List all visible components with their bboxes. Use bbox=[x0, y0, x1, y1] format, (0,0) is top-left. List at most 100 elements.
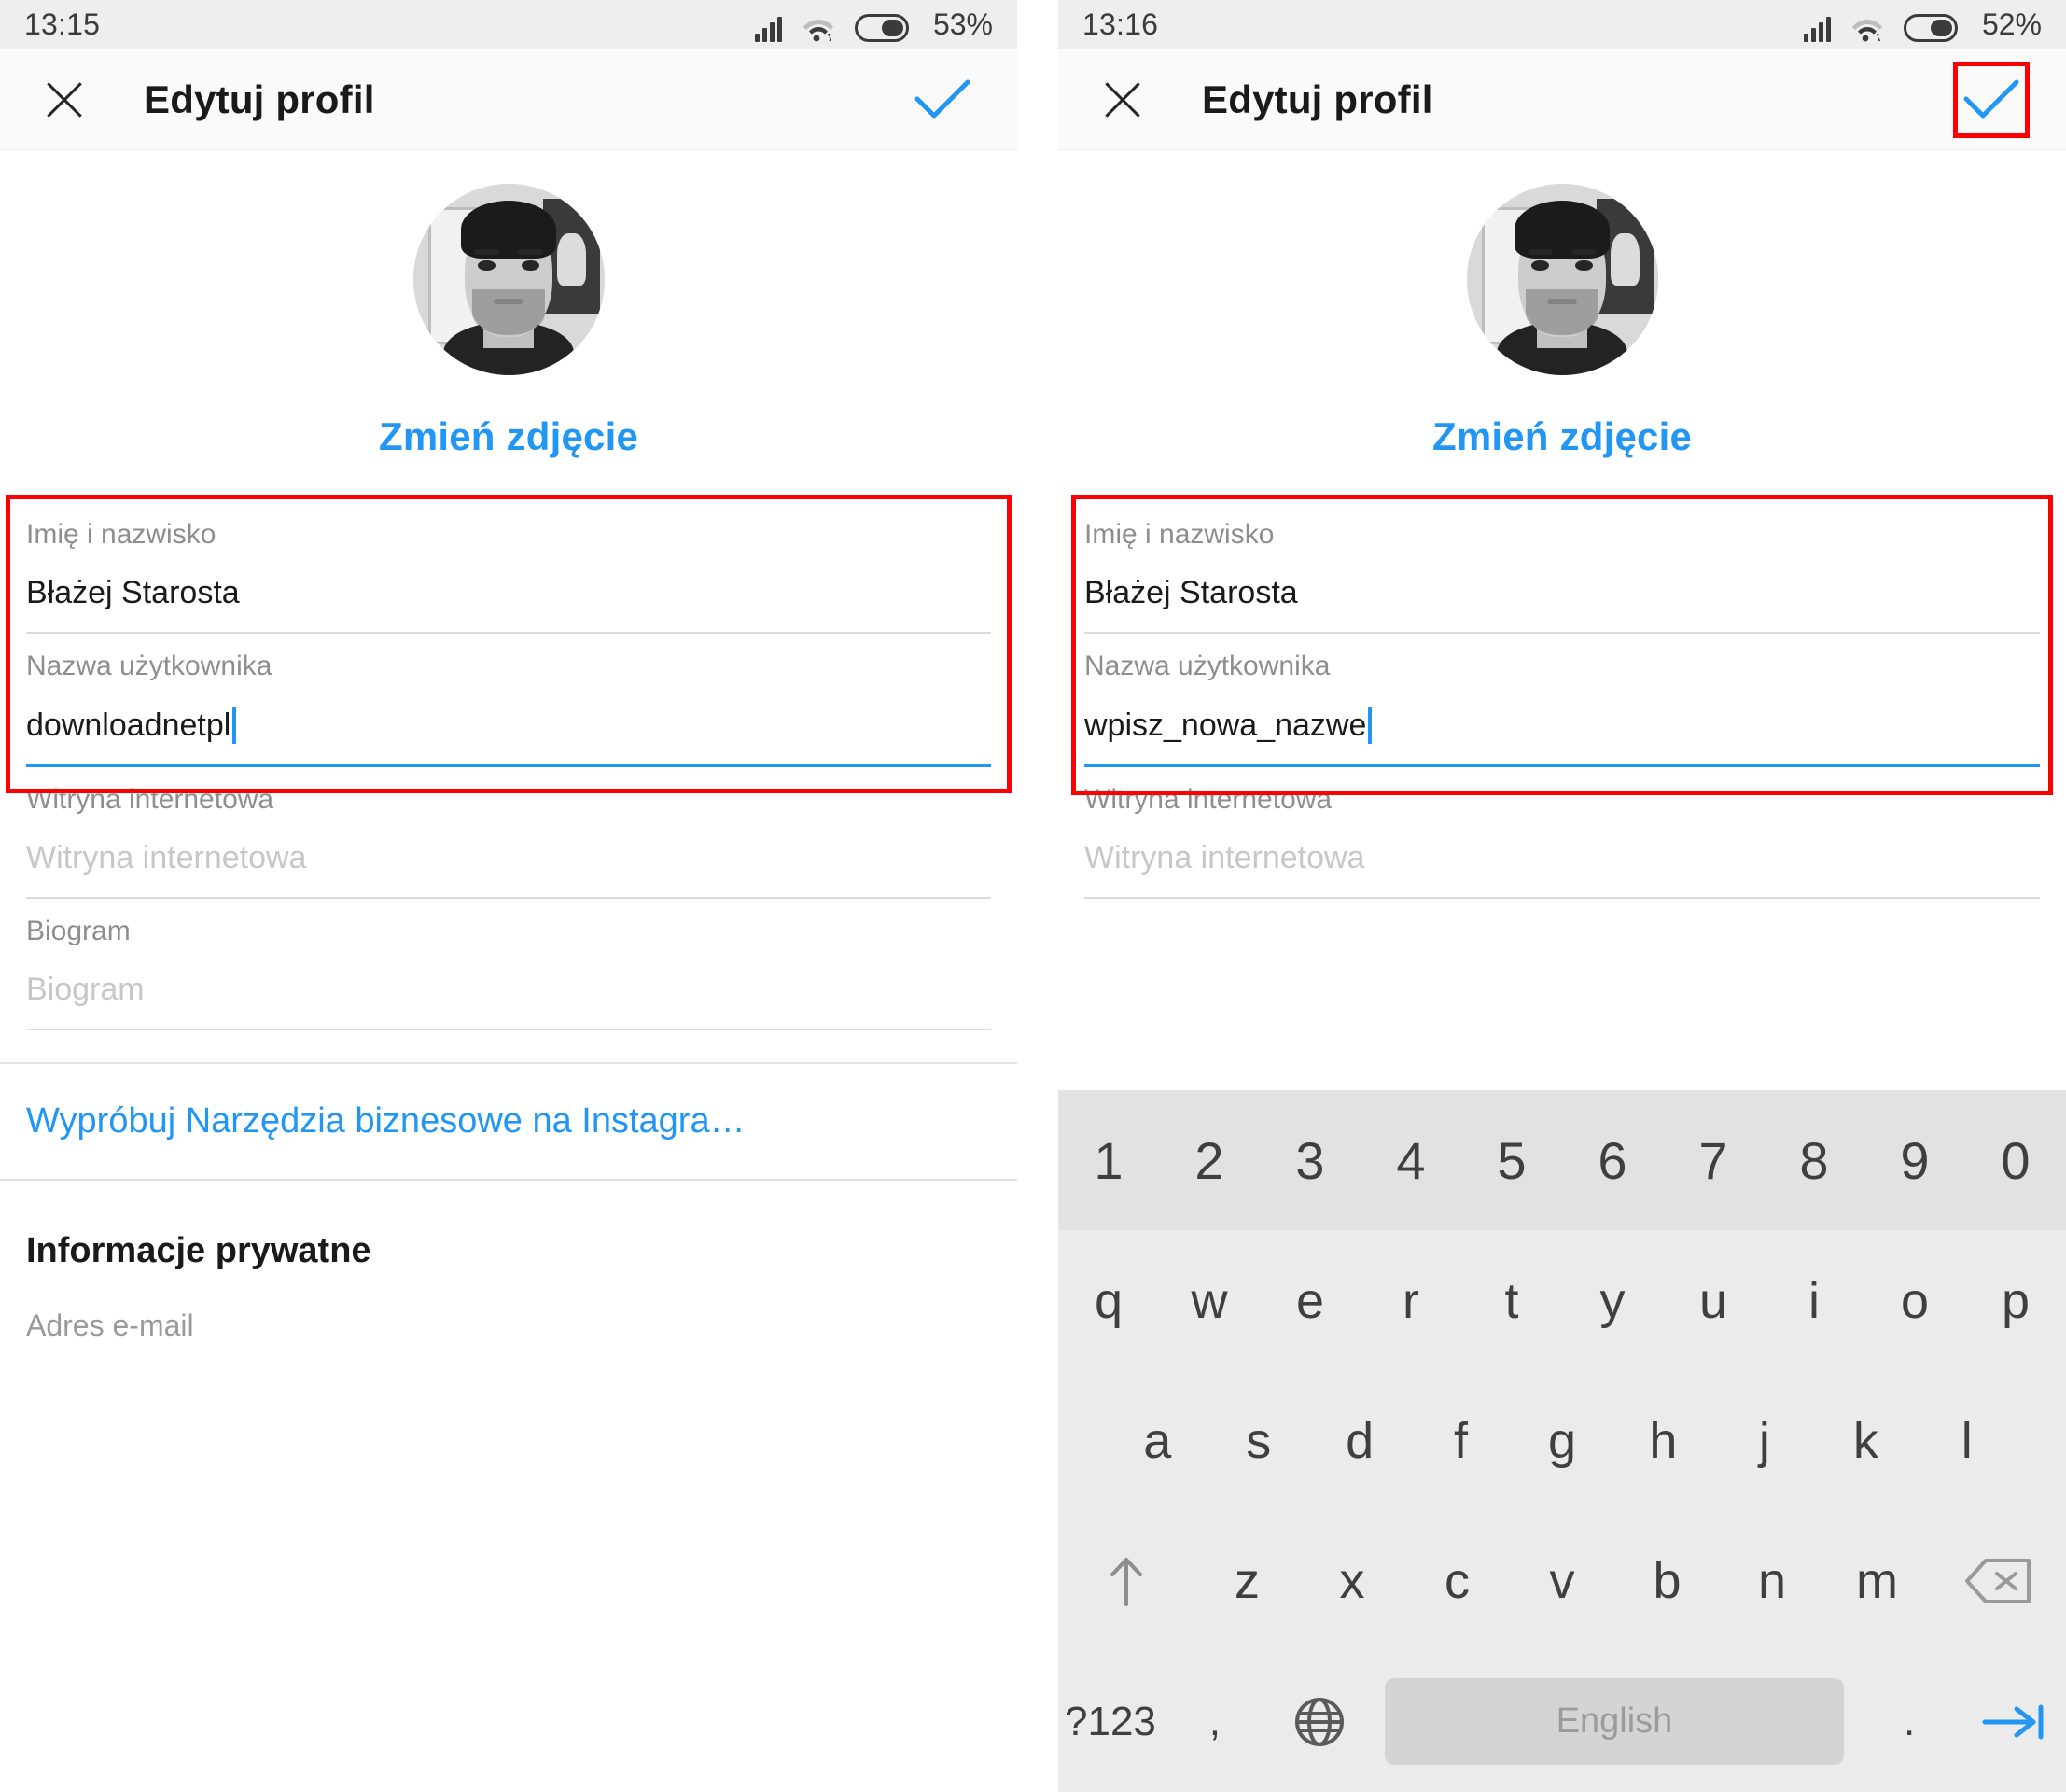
wifi-icon bbox=[803, 16, 834, 42]
field-value-text: Błażej Starosta bbox=[1084, 575, 1298, 610]
field-underline bbox=[1084, 897, 2040, 899]
key-symbols[interactable]: ?123 bbox=[1058, 1652, 1163, 1792]
close-icon[interactable] bbox=[34, 69, 95, 131]
avatar-beard bbox=[472, 288, 545, 335]
enter-next-icon[interactable] bbox=[1961, 1652, 2066, 1792]
key-y[interactable]: y bbox=[1562, 1230, 1663, 1370]
field-value-text: wpisz_nowa_nazwe bbox=[1084, 707, 1367, 743]
key-l[interactable]: l bbox=[1917, 1371, 2017, 1511]
key-u[interactable]: u bbox=[1663, 1230, 1764, 1370]
close-icon[interactable] bbox=[1092, 69, 1153, 131]
avatar-eye-left bbox=[1531, 260, 1549, 272]
key-z[interactable]: z bbox=[1194, 1511, 1300, 1651]
key-5[interactable]: 5 bbox=[1461, 1090, 1562, 1230]
key-d[interactable]: d bbox=[1309, 1371, 1410, 1511]
field-label: Witryna internetowa bbox=[26, 784, 274, 815]
key-0[interactable]: 0 bbox=[1965, 1090, 2066, 1230]
change-photo-link[interactable]: Zmień zdjęcie bbox=[379, 414, 638, 459]
battery-percent: 53% bbox=[932, 7, 993, 41]
status-icon-group: 52% bbox=[1803, 7, 2042, 42]
key-m[interactable]: m bbox=[1824, 1511, 1930, 1651]
key-2[interactable]: 2 bbox=[1159, 1090, 1260, 1230]
field-bio[interactable]: Biogram Biogram bbox=[26, 899, 991, 1030]
key-o[interactable]: o bbox=[1864, 1230, 1965, 1370]
key-w[interactable]: w bbox=[1159, 1230, 1260, 1370]
avatar-eye-left bbox=[478, 260, 496, 272]
key-space[interactable]: English bbox=[1384, 1678, 1845, 1766]
key-4[interactable]: 4 bbox=[1361, 1090, 1461, 1230]
key-comma[interactable]: , bbox=[1163, 1652, 1267, 1792]
key-e[interactable]: e bbox=[1260, 1230, 1361, 1370]
avatar-brow-right bbox=[518, 248, 543, 255]
profile-photo-section: Zmień zdjęcie bbox=[1058, 150, 2066, 459]
key-9[interactable]: 9 bbox=[1864, 1090, 1965, 1230]
key-k[interactable]: k bbox=[1815, 1371, 1916, 1511]
field-value: Błażej Starosta bbox=[1084, 551, 2040, 632]
key-p[interactable]: p bbox=[1965, 1230, 2066, 1370]
globe-language-icon[interactable] bbox=[1267, 1652, 1372, 1792]
key-c[interactable]: c bbox=[1404, 1511, 1510, 1651]
battery-icon bbox=[1903, 14, 1958, 42]
key-8[interactable]: 8 bbox=[1764, 1090, 1864, 1230]
phone-panel-before: 13:15 53% Edytuj profil Zmień zdjęcie Im… bbox=[0, 0, 1017, 1792]
keyboard-row-zxcv: z x c v b n m bbox=[1058, 1511, 2066, 1651]
field-label: Imię i nazwisko bbox=[1084, 519, 1275, 550]
key-q[interactable]: q bbox=[1058, 1230, 1159, 1370]
key-h[interactable]: h bbox=[1612, 1371, 1713, 1511]
field-website[interactable]: Witryna internetowa Witryna internetowa bbox=[1084, 767, 2040, 899]
screenshot-stage: 13:15 53% Edytuj profil Zmień zdjęcie Im… bbox=[0, 0, 2066, 1792]
field-value-text: Błażej Starosta bbox=[26, 575, 240, 610]
text-caret bbox=[232, 707, 237, 744]
backspace-icon[interactable] bbox=[1930, 1511, 2066, 1651]
key-period[interactable]: . bbox=[1857, 1652, 1961, 1792]
keyboard-row-asdf: a s d f g h j k l bbox=[1058, 1371, 2066, 1511]
key-t[interactable]: t bbox=[1461, 1230, 1562, 1370]
check-icon[interactable] bbox=[1953, 61, 2030, 138]
avatar-eye-right bbox=[1575, 260, 1593, 272]
key-7[interactable]: 7 bbox=[1663, 1090, 1764, 1230]
avatar-brow-left bbox=[1528, 248, 1553, 255]
key-b[interactable]: b bbox=[1614, 1511, 1720, 1651]
field-full-name[interactable]: Imię i nazwisko Błażej Starosta bbox=[26, 502, 991, 634]
field-placeholder: Biogram bbox=[26, 972, 145, 1007]
profile-avatar[interactable] bbox=[412, 184, 605, 375]
field-value: Błażej Starosta bbox=[26, 551, 991, 632]
shift-arrow-up-icon[interactable] bbox=[1058, 1511, 1194, 1651]
status-bar: 13:16 52% bbox=[1058, 0, 2066, 49]
status-time: 13:16 bbox=[1082, 7, 1159, 41]
status-bar: 13:15 53% bbox=[0, 0, 1017, 49]
field-value-text: downloadnetpl bbox=[26, 707, 231, 743]
change-photo-link[interactable]: Zmień zdjęcie bbox=[1432, 414, 1692, 459]
field-full-name[interactable]: Imię i nazwisko Błażej Starosta bbox=[1084, 502, 2040, 634]
field-username[interactable]: Nazwa użytkownika wpisz_nowa_nazwe bbox=[1084, 634, 2040, 767]
key-6[interactable]: 6 bbox=[1562, 1090, 1663, 1230]
key-s[interactable]: s bbox=[1207, 1371, 1308, 1511]
key-j[interactable]: j bbox=[1714, 1371, 1815, 1511]
field-label: Imię i nazwisko bbox=[26, 519, 216, 550]
key-v[interactable]: v bbox=[1510, 1511, 1615, 1651]
key-g[interactable]: g bbox=[1512, 1371, 1612, 1511]
key-x[interactable]: x bbox=[1300, 1511, 1405, 1651]
phone-panel-after: 13:16 52% Edytuj profil Zmień zdjęcie Im… bbox=[1058, 0, 2066, 1792]
profile-form: Imię i nazwisko Błażej Starosta Nazwa uż… bbox=[1058, 495, 2066, 899]
key-n[interactable]: n bbox=[1720, 1511, 1825, 1651]
wifi-icon bbox=[1851, 16, 1883, 42]
profile-avatar[interactable] bbox=[1466, 184, 1658, 375]
key-i[interactable]: i bbox=[1764, 1230, 1864, 1370]
battery-icon bbox=[854, 14, 909, 42]
business-tools-link[interactable]: Wypróbuj Narzędzia biznesowe na Instagra… bbox=[0, 1064, 1017, 1179]
key-a[interactable]: a bbox=[1107, 1371, 1207, 1511]
status-icon-group: 53% bbox=[754, 7, 993, 42]
keyboard-row-numbers: 1 2 3 4 5 6 7 8 9 0 bbox=[1058, 1090, 2066, 1231]
field-website[interactable]: Witryna internetowa Witryna internetowa bbox=[26, 767, 991, 899]
key-1[interactable]: 1 bbox=[1058, 1090, 1159, 1230]
check-icon[interactable] bbox=[909, 66, 976, 133]
signal-bars-icon bbox=[754, 16, 782, 42]
key-f[interactable]: f bbox=[1410, 1371, 1511, 1511]
key-r[interactable]: r bbox=[1361, 1230, 1461, 1370]
key-3[interactable]: 3 bbox=[1260, 1090, 1361, 1230]
field-underline bbox=[26, 1029, 991, 1030]
field-label: Witryna internetowa bbox=[1084, 784, 1333, 815]
field-username[interactable]: Nazwa użytkownika downloadnetpl bbox=[26, 634, 991, 767]
field-value: downloadnetpl bbox=[26, 682, 991, 764]
